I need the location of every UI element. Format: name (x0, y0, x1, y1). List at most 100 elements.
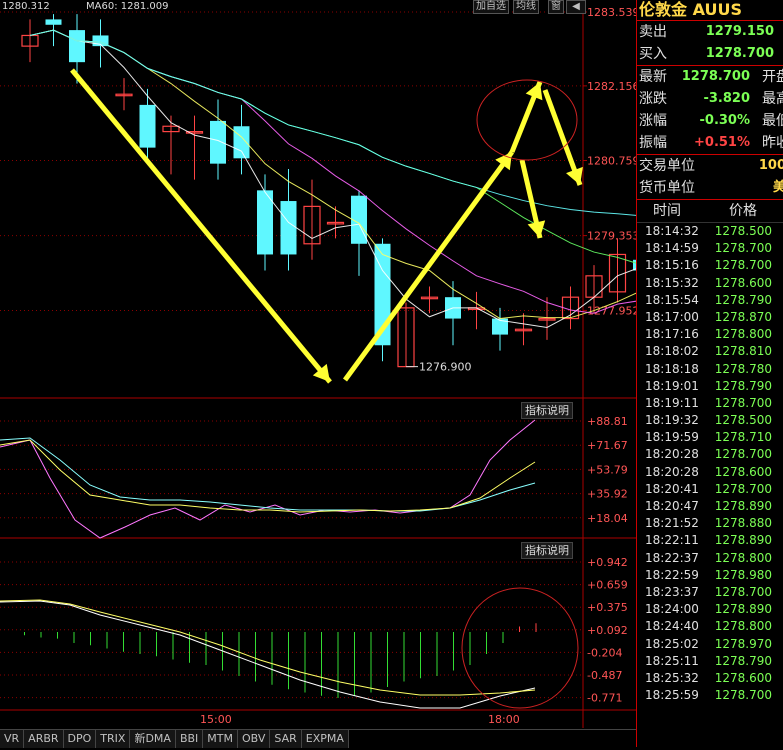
tab-4[interactable]: 新DMA (130, 730, 176, 748)
tick-price: 1278.970 (714, 636, 772, 651)
chart-area[interactable]: 1283.539 1282.156 1280.759 1279.353 1277.952… (0, 0, 673, 747)
tick-time: 18:25:59 (645, 688, 699, 703)
tab-6[interactable]: MTM (203, 730, 238, 748)
tick-price: 1278.700 (714, 584, 772, 599)
indicator2-line (0, 600, 536, 709)
tick-row: 18:25:59 1278.700 (637, 687, 783, 704)
tick-price: 1278.880 (714, 516, 772, 531)
indicator2-tick-label: +0.092 (587, 624, 628, 637)
moving-average-line (29, 29, 665, 219)
tick-row: 18:15:16 1278.700 (637, 257, 783, 274)
tab-3[interactable]: TRIX (96, 730, 131, 748)
tick-price: 1278.790 (714, 653, 772, 668)
tick-row: 18:14:32 1278.500 (637, 223, 783, 240)
indicator1-tick-label: +71.67 (587, 439, 628, 452)
pct-label: 涨幅 (639, 113, 667, 129)
tick-row: 18:17:16 1278.800 (637, 326, 783, 343)
tick-list[interactable]: 18:14:32 1278.500 18:14:59 1278.700 18:15:16… (637, 223, 783, 704)
latest-label: 最新 (639, 69, 667, 85)
tick-time: 18:17:00 (645, 309, 699, 324)
tick-time: 18:14:32 (645, 224, 699, 238)
sell-row: 卖出 1279.150 (637, 21, 783, 43)
tab-8[interactable]: SAR (270, 730, 302, 748)
price-column-header: 价格 (729, 203, 757, 219)
add-favorite-button[interactable]: 加自选 (473, 0, 509, 14)
low-label: 最低 (762, 113, 783, 129)
pct-row: 涨幅 -0.30% 最低 (637, 110, 783, 132)
tick-time: 18:15:32 (645, 275, 699, 290)
indicator1-line (0, 439, 536, 513)
tick-row: 18:15:32 1278.600 (637, 275, 783, 292)
tick-time: 18:14:59 (645, 241, 699, 256)
tick-price: 1278.710 (714, 430, 772, 445)
price-tick-label: 1279.353 (587, 230, 636, 243)
tab-2[interactable]: DPO (63, 730, 97, 748)
latest-row: 最新 1278.700 开盘 (637, 66, 783, 88)
tick-time: 18:25:02 (645, 636, 699, 651)
tick-price: 1278.700 (714, 481, 772, 496)
tick-time: 18:19:59 (645, 430, 699, 445)
currency-value: 美 (772, 180, 783, 195)
instrument-title: 伦敦金 AUUS (637, 0, 783, 21)
tick-price: 1278.890 (714, 533, 772, 548)
indicator1-help-button[interactable]: 指标说明 (521, 402, 573, 419)
candle-body-down (139, 104, 156, 148)
time-label: 15:00 (200, 713, 232, 726)
annotation-arrow (342, 150, 515, 382)
moving-average-button[interactable]: 均线 (513, 0, 539, 14)
tick-row: 18:19:59 1278.710 (637, 429, 783, 446)
indicator1-tick-label: +88.81 (587, 415, 628, 428)
candle-body-down (210, 120, 226, 164)
tick-row: 18:24:00 1278.890 (637, 601, 783, 618)
candle-body-down (45, 19, 62, 25)
amp-label: 振幅 (639, 135, 667, 151)
indicator2-help-button[interactable]: 指标说明 (521, 542, 573, 559)
tick-row: 18:19:11 1278.700 (637, 395, 783, 412)
tab-0[interactable]: VR (0, 730, 25, 748)
price-chart[interactable]: 1283.5391282.1561280.7591279.3531277.952… (0, 0, 673, 747)
tick-price: 1278.600 (714, 670, 772, 685)
tick-time: 18:20:28 (645, 464, 699, 479)
indicator1-tick-label: +18.04 (587, 512, 628, 525)
tab-9[interactable]: EXPMA (301, 730, 349, 748)
tick-time: 18:21:52 (645, 516, 699, 531)
window-button[interactable]: 窗 (548, 0, 564, 14)
tick-price: 1278.700 (714, 258, 772, 273)
tick-price: 1278.500 (714, 224, 772, 238)
change-label: 涨跌 (639, 91, 667, 107)
indicator1-line (0, 419, 536, 539)
currency-label: 货币单位 (639, 180, 695, 196)
pct-value: -0.30% (699, 113, 751, 128)
tab-1[interactable]: ARBR (24, 730, 64, 748)
tab-7[interactable]: OBV (238, 730, 271, 748)
tick-time: 18:22:11 (645, 533, 699, 548)
candle-body-down (69, 30, 85, 63)
indicator1-line (0, 437, 536, 512)
tick-row: 18:20:47 1278.890 (637, 498, 783, 515)
tick-row: 18:20:41 1278.700 (637, 481, 783, 498)
tick-time: 18:25:32 (645, 670, 699, 685)
tick-row: 18:25:02 1278.970 (637, 636, 783, 653)
tick-time: 18:22:37 (645, 550, 699, 565)
tick-price: 1278.600 (714, 464, 772, 479)
change-row: 涨跌 -3.820 最高 (637, 88, 783, 110)
buy-row: 买入 1278.700 (637, 43, 783, 66)
tick-row: 18:15:54 1278.790 (637, 292, 783, 309)
arrow-left-icon[interactable]: ◀ (566, 0, 586, 14)
tick-time: 18:20:47 (645, 499, 699, 513)
tick-price: 1278.600 (714, 275, 772, 290)
tick-row: 18:22:59 1278.980 (637, 567, 783, 584)
tick-row: 18:19:32 1278.500 (637, 412, 783, 429)
tick-row: 18:14:59 1278.700 (637, 240, 783, 257)
tick-row: 18:19:01 1278.790 (637, 378, 783, 395)
tick-row: 18:23:37 1278.700 (637, 584, 783, 601)
tick-row: 18:25:11 1278.790 (637, 653, 783, 670)
indicator2-tick-label: -0.204 (587, 646, 622, 659)
tick-price: 1278.700 (714, 241, 772, 256)
tab-5[interactable]: BBI (175, 730, 204, 748)
indicator1-tick-label: +53.79 (587, 463, 628, 476)
ticks-header: 时间 价格 (637, 200, 783, 223)
trade-unit-row: 交易单位 100 (637, 155, 783, 177)
moving-average-line (29, 29, 665, 328)
tick-time: 18:23:37 (645, 584, 699, 599)
